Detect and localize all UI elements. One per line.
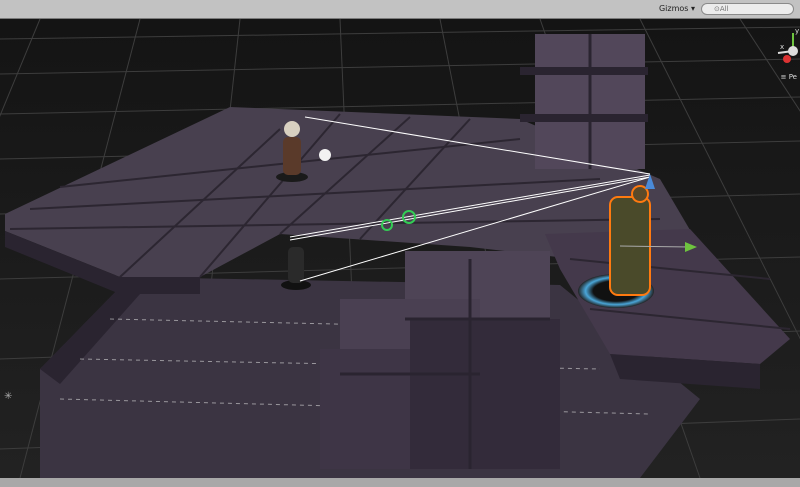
gizmos-dropdown[interactable]: Gizmos ▾ xyxy=(659,4,695,13)
scene-view-window: Gizmos ▾ ⌕ xyxy=(0,0,800,487)
projection-toggle[interactable]: ≡ Pe xyxy=(781,73,797,81)
bottom-bar xyxy=(0,478,800,487)
pillar xyxy=(520,34,648,169)
gizmo-y-label: y xyxy=(795,27,799,35)
light-icon[interactable] xyxy=(319,149,331,161)
camera-icon: ✳ xyxy=(4,391,12,402)
scene-viewport[interactable]: ✳ y x xyxy=(0,19,800,478)
gizmo-x-label: x xyxy=(780,43,784,51)
scene-toolbar: Gizmos ▾ ⌕ xyxy=(0,0,800,19)
hierarchy-search-input[interactable] xyxy=(701,3,794,15)
